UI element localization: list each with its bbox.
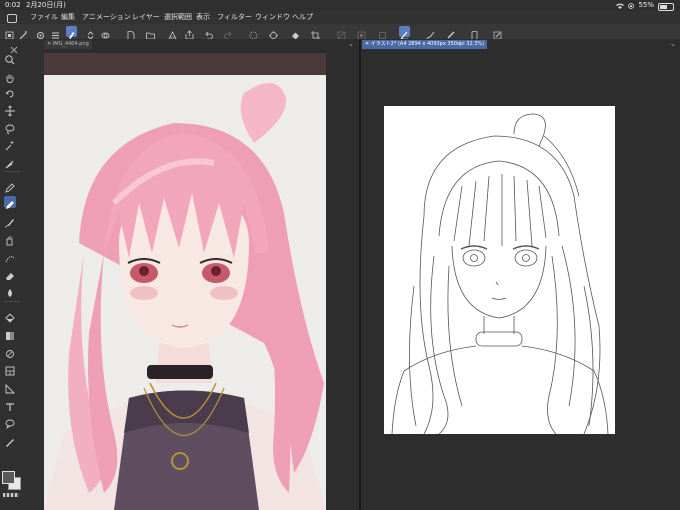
ruler-icon[interactable]	[446, 26, 457, 39]
palette-separator	[4, 171, 20, 172]
menu-help[interactable]: ヘルプ	[292, 11, 313, 24]
fill-tool-icon[interactable]	[4, 309, 16, 323]
tab-illustration-label: イラスト2* (A4 2894 x 4093px 350dpi 32.3%)	[370, 41, 485, 47]
transform-icon[interactable]	[248, 26, 259, 40]
date: 2月20日(月)	[26, 1, 66, 9]
shortcut-icon[interactable]	[4, 26, 15, 40]
menu-bar: ファイル 編集 アニメーション レイヤー 選択範囲 表示 フィルター ウィンドウ…	[0, 11, 680, 24]
pen-icon[interactable]	[4, 179, 16, 193]
character-sketch	[391, 113, 609, 434]
rotate-icon[interactable]	[4, 85, 16, 98]
crop-icon[interactable]	[310, 26, 321, 40]
menu-edit[interactable]: 編集	[61, 11, 75, 24]
palette-separator	[4, 301, 20, 302]
wand-icon[interactable]	[18, 26, 29, 40]
image-top-band	[44, 53, 326, 75]
colored-character-illustration	[44, 83, 326, 510]
save-icon[interactable]	[167, 26, 178, 40]
status-bar: 0:02 2月20日(月) 55%	[0, 0, 680, 11]
menu-layer[interactable]: レイヤー	[132, 11, 160, 24]
chevron-down-icon[interactable]: ⌄	[348, 40, 356, 48]
chevron-down-icon[interactable]: ⌄	[670, 40, 678, 48]
menu-file[interactable]: ファイル	[30, 11, 58, 24]
command-bar	[0, 24, 680, 40]
balloon-icon[interactable]	[4, 415, 16, 430]
wifi-icon	[616, 3, 625, 9]
reference-image	[44, 53, 326, 510]
edit-icon[interactable]	[492, 26, 503, 40]
undo-icon[interactable]	[203, 26, 214, 40]
eraser-icon[interactable]	[4, 267, 16, 280]
battery-icon	[658, 2, 674, 11]
text-tool-icon[interactable]	[4, 398, 16, 411]
chevron-updown-icon[interactable]	[85, 26, 96, 40]
brush-icon[interactable]	[425, 26, 436, 40]
airbrush-icon[interactable]	[4, 232, 16, 246]
new-file-icon[interactable]	[125, 26, 136, 40]
eyedropper-icon[interactable]	[4, 155, 16, 169]
tab-reference-image[interactable]: ✕ IMG_4404.png	[44, 40, 92, 49]
layer-property-icon[interactable]	[100, 26, 111, 39]
clock: 0:02	[5, 1, 21, 9]
open-folder-icon[interactable]	[145, 26, 156, 40]
device-icon[interactable]	[469, 26, 480, 40]
menu-animation[interactable]: アニメーション	[82, 11, 131, 24]
export-icon[interactable]	[184, 26, 195, 40]
menu-icon[interactable]	[50, 26, 61, 39]
main-color-swatch[interactable]	[2, 471, 15, 484]
decoration-icon[interactable]	[4, 249, 16, 263]
app-menu-icon[interactable]	[7, 14, 17, 23]
tab-illustration[interactable]: ✕ イラスト2* (A4 2894 x 4093px 350dpi 32.3%)	[362, 40, 488, 49]
no-selection-icon[interactable]	[336, 26, 347, 40]
brush-tool-icon[interactable]	[4, 214, 16, 228]
frame-icon[interactable]	[4, 362, 16, 376]
orientation-lock-icon	[628, 2, 635, 9]
expand-selection-icon[interactable]	[377, 26, 388, 39]
move-icon[interactable]	[4, 102, 16, 117]
lasso-icon[interactable]	[4, 120, 16, 135]
menu-window[interactable]: ウィンドウ	[255, 11, 290, 24]
redo-icon[interactable]	[223, 26, 234, 40]
transparent-color-swatch[interactable]	[3, 493, 19, 497]
menu-selection[interactable]: 選択範囲	[164, 11, 192, 24]
correct-line-icon[interactable]	[4, 433, 16, 447]
gradient-icon[interactable]	[4, 327, 16, 340]
fill-icon[interactable]	[290, 26, 301, 40]
battery-percentage: 55%	[638, 1, 654, 9]
ruler-tool-icon[interactable]	[4, 380, 16, 394]
blend-icon[interactable]	[4, 284, 16, 297]
hand-icon[interactable]	[4, 69, 16, 83]
zoom-icon[interactable]	[4, 51, 16, 65]
tool-property-icon[interactable]	[66, 26, 77, 39]
pen-pressure-icon[interactable]	[399, 26, 410, 40]
clear-icon[interactable]	[268, 26, 279, 40]
pencil-icon[interactable]	[4, 196, 16, 209]
menu-view[interactable]: 表示	[196, 11, 210, 24]
menu-filter[interactable]: フィルター	[217, 11, 252, 24]
settings-icon[interactable]	[35, 26, 46, 39]
magic-wand-icon[interactable]	[4, 137, 16, 151]
figure-icon[interactable]	[4, 345, 16, 358]
invert-selection-icon[interactable]	[356, 26, 367, 40]
lineart-canvas[interactable]	[384, 106, 615, 434]
tool-palette	[0, 39, 44, 510]
tab-reference-label: IMG_4404.png	[52, 41, 89, 47]
